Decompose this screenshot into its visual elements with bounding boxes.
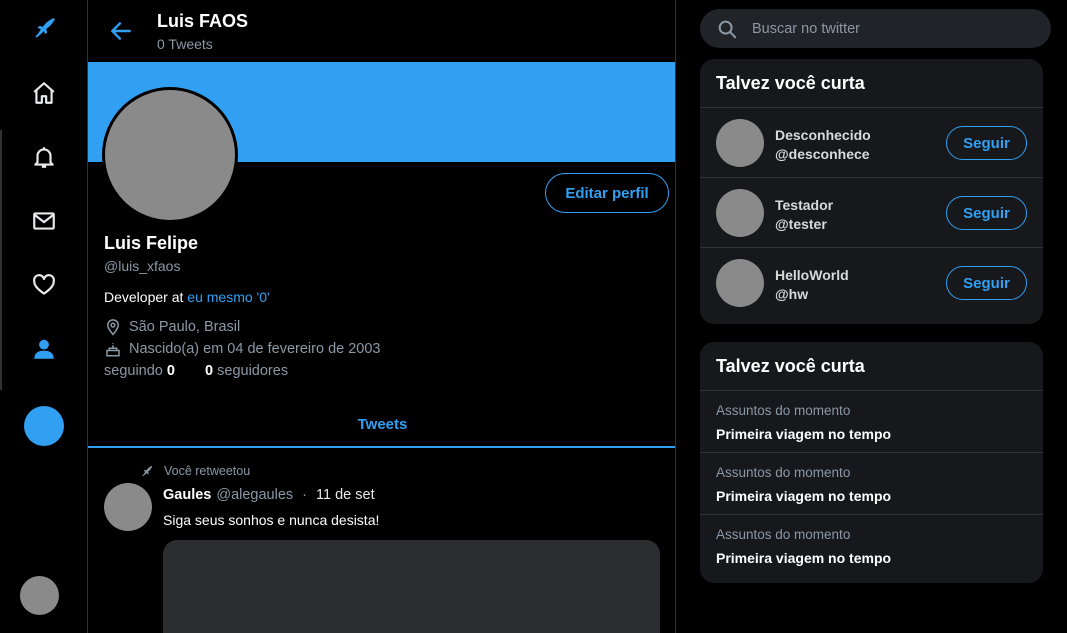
following-label: seguindo (104, 363, 163, 379)
bio-link[interactable]: eu mesmo '0' (187, 289, 269, 305)
tweet-author-avatar[interactable] (104, 483, 152, 531)
retweet-indicator: Você retweetou (140, 464, 250, 478)
compose-tweet-button[interactable] (24, 406, 64, 446)
sidebar-nav (0, 0, 87, 633)
suggested-user[interactable]: Testador @tester Seguir (700, 178, 1043, 248)
suggested-user[interactable]: Desconhecido @desconhece Seguir (700, 108, 1043, 178)
profile-birthdate: Nascido(a) em 04 de fevereiro de 2003 (104, 340, 380, 358)
bird-logo-icon[interactable] (27, 12, 61, 46)
suggested-user-name: HelloWorld (775, 267, 849, 283)
suggested-user-name: Testador (775, 197, 834, 213)
tweet-date[interactable]: 11 de set (316, 487, 375, 503)
suggested-user-handle: @desconhece (775, 146, 870, 162)
tab-tweets[interactable]: Tweets (88, 400, 675, 448)
account-avatar[interactable] (20, 576, 59, 615)
tweet-text: Siga seus sonhos e nunca desista! (163, 512, 380, 528)
follow-button[interactable]: Seguir (946, 266, 1027, 300)
tweet-author-name[interactable]: Gaules (163, 487, 211, 503)
search-input[interactable] (752, 20, 1022, 37)
trend-category: Assuntos do momento (716, 465, 851, 480)
profile-avatar[interactable] (102, 87, 238, 223)
trend-category: Assuntos do momento (716, 403, 851, 418)
profile-bio: Developer at eu mesmo '0' (104, 289, 270, 305)
mail-icon[interactable] (27, 204, 61, 238)
who-to-follow-card: Talvez você curta Desconhecido @desconhe… (700, 59, 1043, 324)
page-title: Luis FAOS (157, 11, 249, 31)
retweet-label: Você retweetou (164, 464, 251, 478)
followers-count: 0 (205, 363, 214, 379)
trend-category: Assuntos do momento (716, 527, 851, 542)
home-icon[interactable] (27, 76, 61, 110)
trend-item[interactable]: Assuntos do momento Primeira viagem no t… (700, 453, 1043, 515)
retweet-bird-icon (142, 465, 153, 477)
tweet-author-handle[interactable]: @alegaules (216, 487, 293, 503)
edit-profile-button[interactable]: Editar perfil (545, 173, 669, 213)
trends-card: Talvez você curta Assuntos do momento Pr… (700, 342, 1043, 583)
location-text: São Paulo, Brasil (129, 319, 241, 335)
tweet-item[interactable]: Você retweetou Gaules @alegaules · 11 de… (88, 452, 675, 633)
trend-name: Primeira viagem no tempo (716, 426, 892, 442)
follow-stats: seguindo 0 0 seguidores (104, 363, 288, 379)
profile-location: São Paulo, Brasil (104, 318, 240, 336)
followers-label: seguidores (217, 363, 289, 379)
bell-icon[interactable] (27, 140, 61, 174)
suggested-user-avatar[interactable] (716, 189, 764, 237)
user-icon[interactable] (27, 332, 61, 366)
trend-name: Primeira viagem no tempo (716, 550, 892, 566)
suggested-user-avatar[interactable] (716, 259, 764, 307)
suggested-user-name: Desconhecido (775, 127, 871, 143)
birthday-cake-icon (106, 343, 120, 357)
profile-column: Luis FAOS 0 Tweets Editar perfil Luis Fe… (87, 0, 676, 633)
search-bar[interactable] (700, 9, 1051, 48)
trend-item[interactable]: Assuntos do momento Primeira viagem no t… (700, 515, 1043, 577)
follow-button[interactable]: Seguir (946, 126, 1027, 160)
suggested-user-handle: @tester (775, 216, 827, 232)
birthdate-text: Nascido(a) em 04 de fevereiro de 2003 (129, 341, 381, 357)
following-count: 0 (166, 363, 175, 379)
trend-item[interactable]: Assuntos do momento Primeira viagem no t… (700, 391, 1043, 453)
trend-name: Primeira viagem no tempo (716, 488, 892, 504)
tweet-count: 0 Tweets (157, 36, 213, 52)
bio-text: Developer at (104, 289, 188, 305)
who-to-follow-title: Talvez você curta (700, 59, 1043, 108)
suggested-user-avatar[interactable] (716, 119, 764, 167)
profile-handle: @luis_xfaos (104, 258, 181, 274)
location-pin-icon (106, 319, 120, 336)
following-link[interactable]: seguindo 0 (104, 363, 175, 379)
search-icon (718, 20, 737, 38)
heart-icon[interactable] (27, 268, 61, 302)
rail-divider (0, 130, 2, 390)
followers-link[interactable]: 0 seguidores (205, 363, 288, 379)
suggested-user-handle: @hw (775, 286, 809, 302)
profile-header: Luis FAOS 0 Tweets (88, 0, 675, 62)
tweet-header: Gaules @alegaules · 11 de set (163, 487, 375, 503)
tweet-separator: · (302, 487, 308, 503)
follow-button[interactable]: Seguir (946, 196, 1027, 230)
tab-underline (88, 446, 675, 448)
suggested-user[interactable]: HelloWorld @hw Seguir (700, 248, 1043, 318)
trends-title: Talvez você curta (700, 342, 1043, 391)
tweet-media[interactable] (163, 540, 660, 633)
back-arrow-icon[interactable] (108, 18, 134, 44)
profile-name: Luis Felipe (104, 233, 199, 253)
